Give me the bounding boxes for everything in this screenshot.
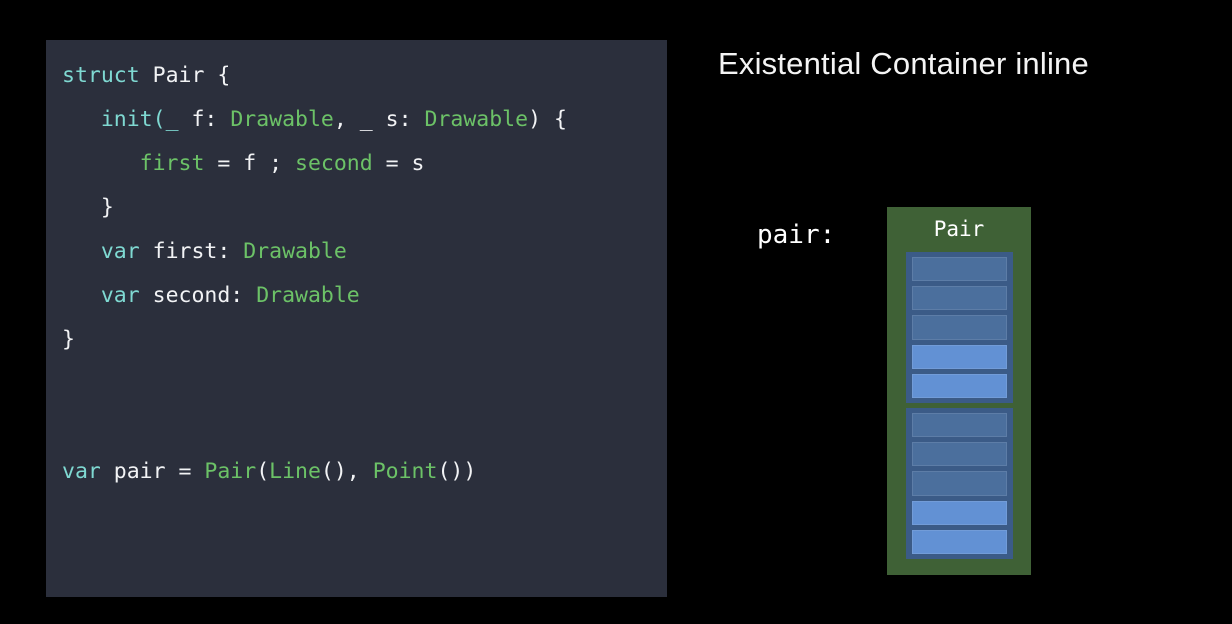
code-token: Line xyxy=(269,459,321,484)
code-token: ) { xyxy=(528,107,567,132)
code-token: = f ; xyxy=(204,151,296,176)
code-token: Point xyxy=(372,459,438,484)
first-existential-container xyxy=(906,252,1013,403)
code-token: var xyxy=(100,283,140,308)
second-existential-container xyxy=(906,408,1013,559)
code-line: } xyxy=(46,186,667,230)
memory-cell-value-buffer-word xyxy=(912,413,1007,438)
code-token: Drawable xyxy=(256,283,360,308)
code-token: struct xyxy=(62,63,140,88)
code-line xyxy=(46,362,667,406)
code-token: init xyxy=(100,107,153,132)
code-token: Pair xyxy=(152,63,205,88)
code-token: (), xyxy=(320,459,373,484)
memory-cell-value-buffer-word xyxy=(912,286,1007,311)
code-line: init(_ f: Drawable, _ s: Drawable) { xyxy=(46,98,667,142)
memory-cell-value-buffer-word xyxy=(912,315,1007,340)
code-token: pair = xyxy=(100,459,205,484)
code-token: Drawable xyxy=(230,107,334,132)
code-token: ()) xyxy=(437,459,477,484)
code-token: ( xyxy=(256,459,270,484)
memory-cell-value-witness-table xyxy=(912,344,1007,369)
code-line: struct Pair { xyxy=(46,54,667,98)
code-token: } xyxy=(62,195,114,220)
code-line xyxy=(46,406,667,450)
code-token: var xyxy=(62,459,101,484)
code-line: var pair = Pair(Line(), Point()) xyxy=(46,450,667,494)
memory-cell-value-witness-table xyxy=(912,500,1007,525)
code-token: second: xyxy=(139,283,257,308)
memory-cell-value-buffer-word xyxy=(912,257,1007,282)
code-line: first = f ; second = s xyxy=(46,142,667,186)
memory-cell-protocol-witness-table xyxy=(912,529,1007,555)
code-token: _ xyxy=(165,107,179,132)
code-token: Pair xyxy=(204,459,257,484)
code-line: var first: Drawable xyxy=(46,230,667,274)
code-token: s: xyxy=(372,107,425,132)
memory-cell-protocol-witness-table xyxy=(912,373,1007,399)
code-token: , xyxy=(333,107,360,132)
code-token: } xyxy=(62,327,75,352)
code-token: = s xyxy=(372,151,425,176)
memory-cell-value-buffer-word xyxy=(912,471,1007,496)
existential-container-box: Pair xyxy=(887,207,1031,575)
diagram-title: Existential Container inline xyxy=(718,46,1089,81)
code-token: second xyxy=(295,151,373,176)
code-token: var xyxy=(100,239,140,264)
code-token: _ xyxy=(359,107,373,132)
pair-variable-label: pair: xyxy=(757,220,836,250)
code-token: Drawable xyxy=(243,239,347,264)
code-token: f: xyxy=(178,107,231,132)
code-line: var second: Drawable xyxy=(46,274,667,318)
code-line: } xyxy=(46,318,667,362)
code-token: ( xyxy=(152,107,166,132)
memory-cell-value-buffer-word xyxy=(912,442,1007,467)
existential-container-label: Pair xyxy=(933,217,985,241)
code-token: { xyxy=(204,63,231,88)
code-token: first xyxy=(139,151,205,176)
code-block: struct Pair { init(_ f: Drawable, _ s: D… xyxy=(46,40,667,597)
code-token: Drawable xyxy=(424,107,529,132)
code-token: first: xyxy=(139,239,244,264)
